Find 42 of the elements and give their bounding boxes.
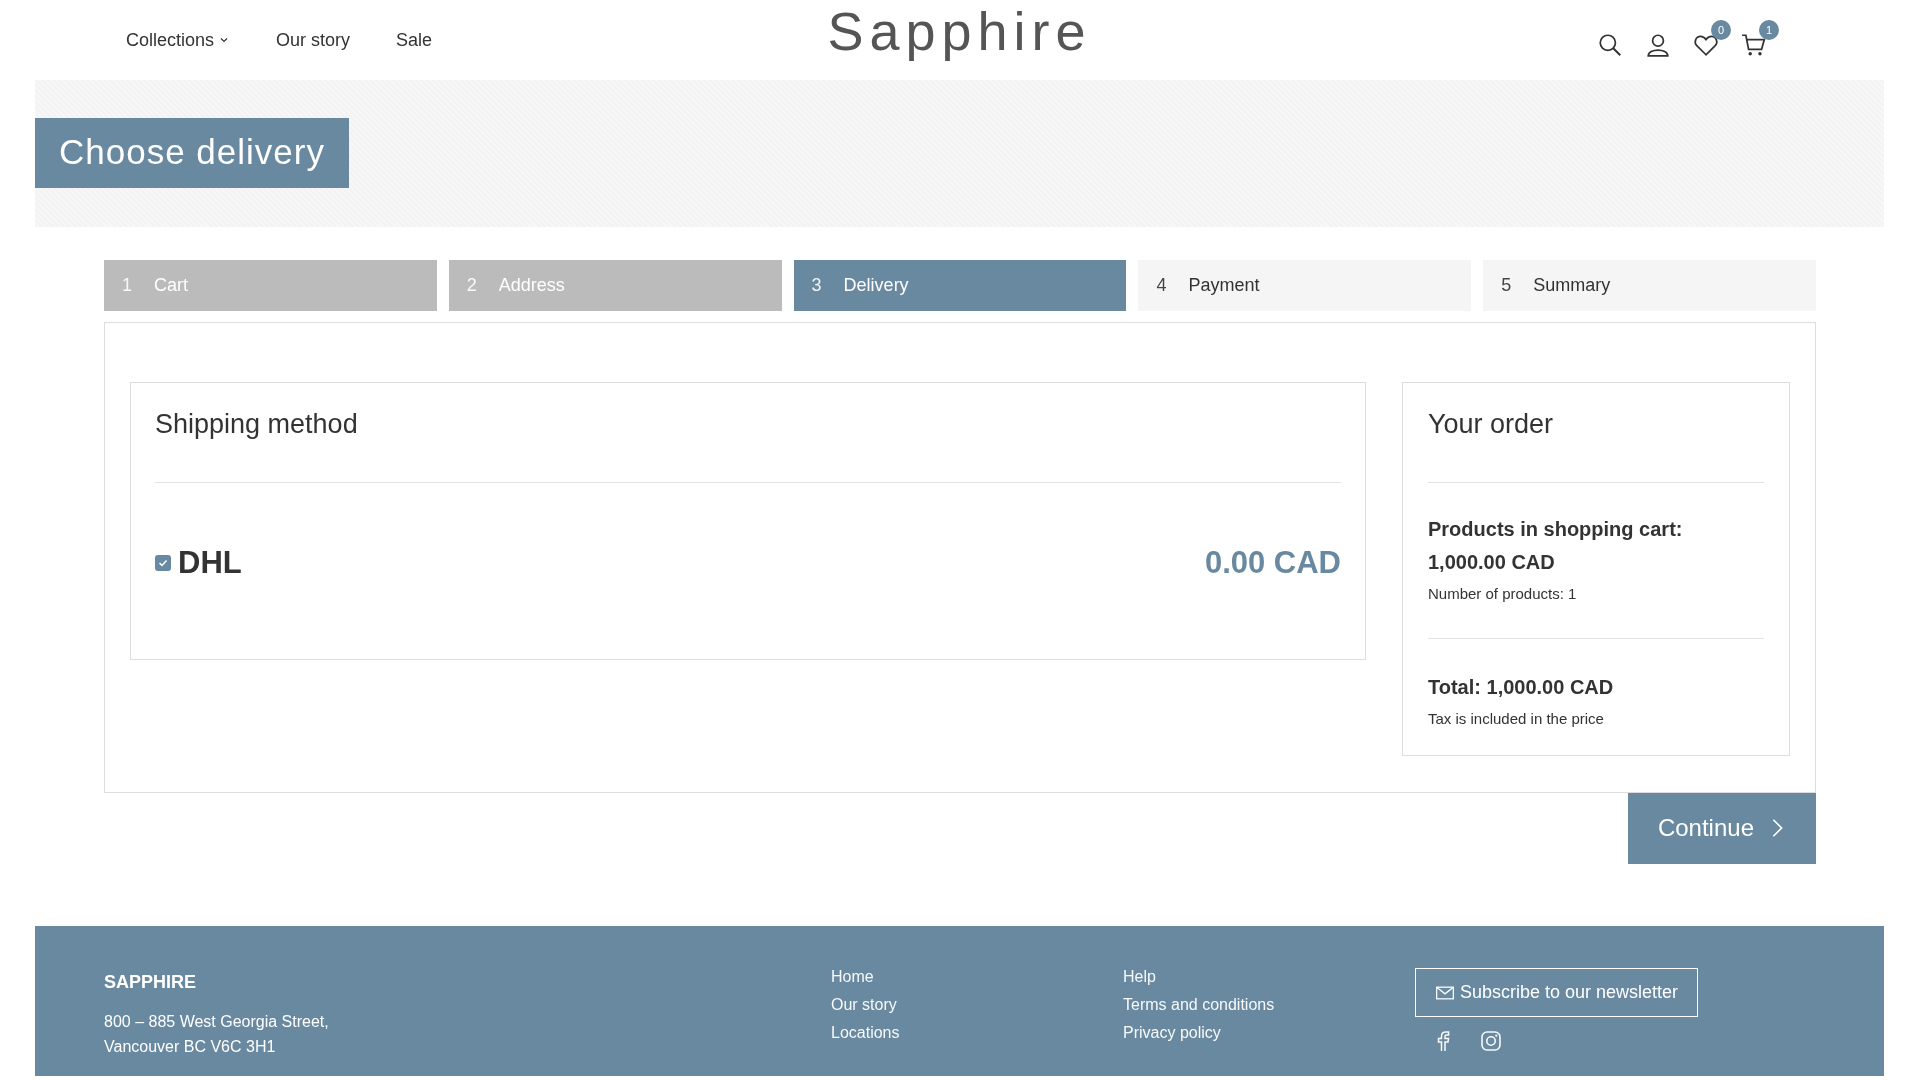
nav-link[interactable]: Our story [276, 29, 351, 51]
checkbox[interactable] [155, 555, 171, 571]
instagram-link[interactable] [1479, 1029, 1503, 1053]
footer-link[interactable]: Home [831, 968, 1123, 986]
checkout-step-tab[interactable]: 3 Delivery [793, 260, 1127, 311]
footer-brand: SAPPHIRE [104, 972, 198, 993]
nav-link[interactable]: Collections [126, 29, 231, 51]
logo[interactable]: Sapphire [827, 0, 1092, 62]
instagram-icon [1479, 1029, 1503, 1053]
newsletter-button[interactable]: Subscribe to our newsletter [1415, 968, 1699, 1017]
user-icon [1645, 32, 1671, 58]
footer-link[interactable]: Our story [831, 996, 1123, 1014]
checkout-step-tab[interactable]: 4 Payment [1138, 260, 1472, 311]
address-line: Vancouver BC V6C 3H1 [104, 1037, 277, 1057]
tax-note: Tax is included in the price [1428, 710, 1605, 727]
products-label: Products in shopping cart: [1428, 517, 1684, 542]
page-title: Choose delivery [35, 118, 349, 188]
footer-link[interactable]: Privacy policy [1123, 1024, 1415, 1042]
address-line: 800 – 885 West Georgia Street, [104, 1012, 330, 1032]
product-count: Number of products: 1 [1428, 585, 1578, 602]
footer-link[interactable]: Terms and conditions [1123, 996, 1415, 1014]
count-badge: 1 [1759, 20, 1779, 40]
checkout-step-tab[interactable]: 2 Address [448, 260, 782, 311]
cart-button[interactable]: 1 [1739, 20, 1779, 60]
checkout-step-tab[interactable]: 5 Summary [1483, 260, 1816, 311]
shipping-price: 0.00 CAD [1204, 545, 1341, 581]
heart-icon [1693, 32, 1719, 58]
continue-button[interactable]: Continue [1627, 793, 1816, 864]
order-total: Total: 1,000.00 CAD [1428, 675, 1615, 700]
cart-icon [1741, 32, 1767, 58]
check-icon [157, 557, 169, 569]
search-icon [1597, 32, 1623, 58]
count-badge: 0 [1711, 20, 1731, 40]
footer-link[interactable]: Help [1123, 968, 1415, 986]
shipping-option-name: DHL [178, 545, 242, 581]
wishlist-button[interactable]: 0 [1691, 20, 1731, 60]
footer-link[interactable]: Locations [831, 1024, 1123, 1042]
checkout-step-tab[interactable]: 1 Cart [104, 260, 437, 311]
card-title: Shipping method [155, 405, 1341, 483]
card-title: Your order [1428, 405, 1764, 483]
products-total: 1,000.00 CAD [1428, 550, 1556, 575]
nav-link[interactable]: Sale [396, 29, 433, 51]
